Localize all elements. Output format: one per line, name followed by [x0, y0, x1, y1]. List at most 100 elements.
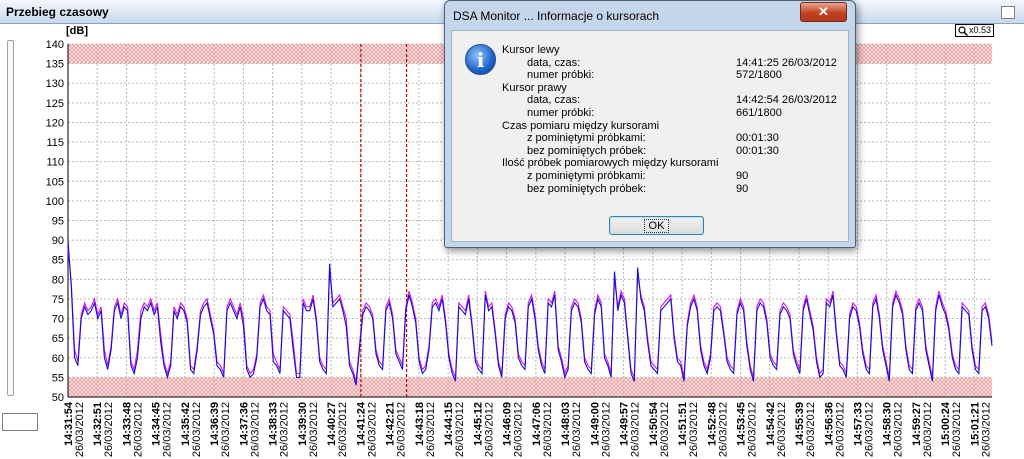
y-tick-label: 70: [52, 314, 64, 326]
x-tick-date: 26/03/2012: [132, 402, 144, 457]
field-value: 90: [736, 182, 749, 195]
x-tick-date: 26/03/2012: [513, 402, 525, 457]
x-tick-date: 26/03/2012: [249, 402, 261, 457]
x-tick-label: 14:36:39 26/03/2012: [209, 402, 232, 457]
y-tick-label: 75: [52, 294, 64, 306]
x-tick-label: 14:39:30 26/03/2012: [297, 402, 320, 457]
magnifier-icon: [958, 25, 968, 36]
x-tick-date: 26/03/2012: [630, 402, 642, 457]
field-label: numer próbki:: [527, 69, 595, 82]
x-tick-label: 14:49:00 26/03/2012: [589, 402, 612, 457]
x-tick-date: 26/03/2012: [74, 402, 86, 457]
x-tick-label: 14:35:42 26/03/2012: [180, 402, 203, 457]
y-tick-label: 85: [52, 255, 64, 267]
x-tick-date: 26/03/2012: [600, 402, 612, 457]
section-heading: Ilość próbek pomiarowych między kursoram…: [502, 157, 719, 170]
x-tick-date: 26/03/2012: [191, 402, 203, 457]
x-tick-date: 26/03/2012: [805, 402, 817, 457]
x-tick-date: 26/03/2012: [220, 402, 232, 457]
y-tick-label: 100: [46, 196, 64, 208]
x-tick-date: 26/03/2012: [659, 402, 671, 457]
x-tick-date: 26/03/2012: [834, 402, 846, 457]
x-tick-date: 26/03/2012: [688, 402, 700, 457]
x-tick-date: 26/03/2012: [308, 402, 320, 457]
x-tick-label: 14:41:24 26/03/2012: [355, 401, 378, 457]
field-value: 661/1800: [736, 107, 782, 119]
y-tick-label: 125: [46, 98, 64, 110]
y-tick-label: 110: [46, 157, 64, 169]
x-tick-label: 14:40:27 26/03/2012: [326, 402, 349, 457]
x-tick-date: 26/03/2012: [542, 402, 554, 457]
x-tick-label: 15:00:24 26/03/2012: [940, 401, 963, 457]
x-tick-label: 14:31:54 26/03/2012: [63, 401, 86, 457]
zoom-label: x0.53: [969, 25, 992, 35]
y-tick-label: 55: [52, 372, 64, 384]
x-tick-label: 14:44:15 26/03/2012: [443, 402, 466, 457]
x-tick-date: 26/03/2012: [980, 402, 992, 457]
x-tick-label: 14:47:06 26/03/2012: [531, 402, 554, 457]
field-value: 572/1800: [736, 69, 782, 82]
field-label: z pominiętymi próbkami:: [527, 170, 646, 182]
close-icon: ✕: [818, 4, 829, 19]
info-icon: i: [465, 44, 496, 75]
x-tick-date: 26/03/2012: [951, 402, 963, 457]
limit-band: [68, 377, 992, 397]
x-tick-label: 14:32:51 26/03/2012: [92, 402, 115, 457]
x-tick-date: 26/03/2012: [454, 402, 466, 457]
x-tick-date: 26/03/2012: [103, 402, 115, 457]
x-tick-date: 26/03/2012: [483, 402, 495, 457]
y-tick-label: 135: [46, 59, 64, 71]
x-tick-date: 26/03/2012: [776, 402, 788, 457]
series-line: [67, 240, 993, 386]
section-heading: Kursor lewy: [502, 44, 560, 56]
zoom-indicator[interactable]: x0.53: [955, 24, 995, 37]
y-tick-label: 90: [52, 235, 64, 247]
x-tick-date: 26/03/2012: [366, 402, 378, 457]
x-tick-date: 26/03/2012: [162, 402, 174, 457]
x-tick-label: 14:58:30 26/03/2012: [882, 402, 905, 457]
x-tick-label: 14:57:33 26/03/2012: [852, 402, 875, 457]
x-tick-date: 26/03/2012: [337, 402, 349, 457]
x-tick-date: 26/03/2012: [279, 402, 291, 457]
x-tick-date: 26/03/2012: [863, 402, 875, 457]
field-label: z pominiętymi próbkami:: [527, 132, 646, 145]
x-tick-label: 14:46:09 26/03/2012: [502, 402, 525, 457]
x-tick-label: 14:59:27 26/03/2012: [911, 402, 934, 457]
x-tick-label: 14:42:21 26/03/2012: [385, 402, 408, 457]
y-tick-label: 65: [52, 333, 64, 345]
y-tick-label: 60: [52, 353, 64, 365]
field-label: bez pominiętych próbek:: [527, 144, 647, 157]
x-tick-label: 14:43:18 26/03/2012: [414, 402, 437, 457]
x-tick-date: 26/03/2012: [571, 402, 583, 457]
x-tick-label: 14:55:39 26/03/2012: [794, 402, 817, 457]
field-value: 00:01:30: [736, 132, 779, 145]
x-tick-date: 26/03/2012: [747, 402, 759, 457]
field-label: numer próbki:: [527, 107, 595, 119]
x-tick-label: 14:33:48 26/03/2012: [121, 402, 144, 457]
field-value: 90: [736, 170, 749, 182]
x-tick-date: 26/03/2012: [922, 402, 934, 457]
y-tick-label: 105: [46, 176, 64, 188]
field-value: 14:42:54 26/03/2012: [736, 94, 837, 107]
y-tick-label: 80: [52, 274, 64, 286]
dialog-title: DSA Monitor ... Informacje o kursorach: [453, 9, 660, 23]
series-line: [67, 247, 993, 382]
ok-button[interactable]: OK: [609, 216, 704, 235]
x-tick-label: 14:54:42 26/03/2012: [765, 402, 788, 457]
close-button[interactable]: ✕: [800, 2, 847, 22]
y-tick-label: 95: [52, 216, 64, 228]
ok-label: OK: [643, 218, 670, 233]
x-tick-date: 26/03/2012: [396, 402, 408, 457]
x-tick-label: 14:48:03 26/03/2012: [560, 402, 583, 457]
x-tick-date: 26/03/2012: [425, 402, 437, 457]
y-tick-label: 120: [46, 117, 64, 129]
x-tick-date: 26/03/2012: [893, 402, 905, 457]
field-label: data, czas:: [527, 56, 581, 69]
x-tick-label: 14:37:36 26/03/2012: [238, 402, 261, 457]
x-tick-label: 14:49:57 26/03/2012: [619, 402, 642, 457]
field-value: 14:41:25 26/03/2012: [736, 56, 837, 69]
y-tick-label: 115: [46, 137, 64, 149]
x-tick-date: 26/03/2012: [717, 402, 729, 457]
x-tick-label: 14:53:45 26/03/2012: [736, 402, 759, 457]
x-tick-label: 14:56:36 26/03/2012: [823, 402, 846, 457]
